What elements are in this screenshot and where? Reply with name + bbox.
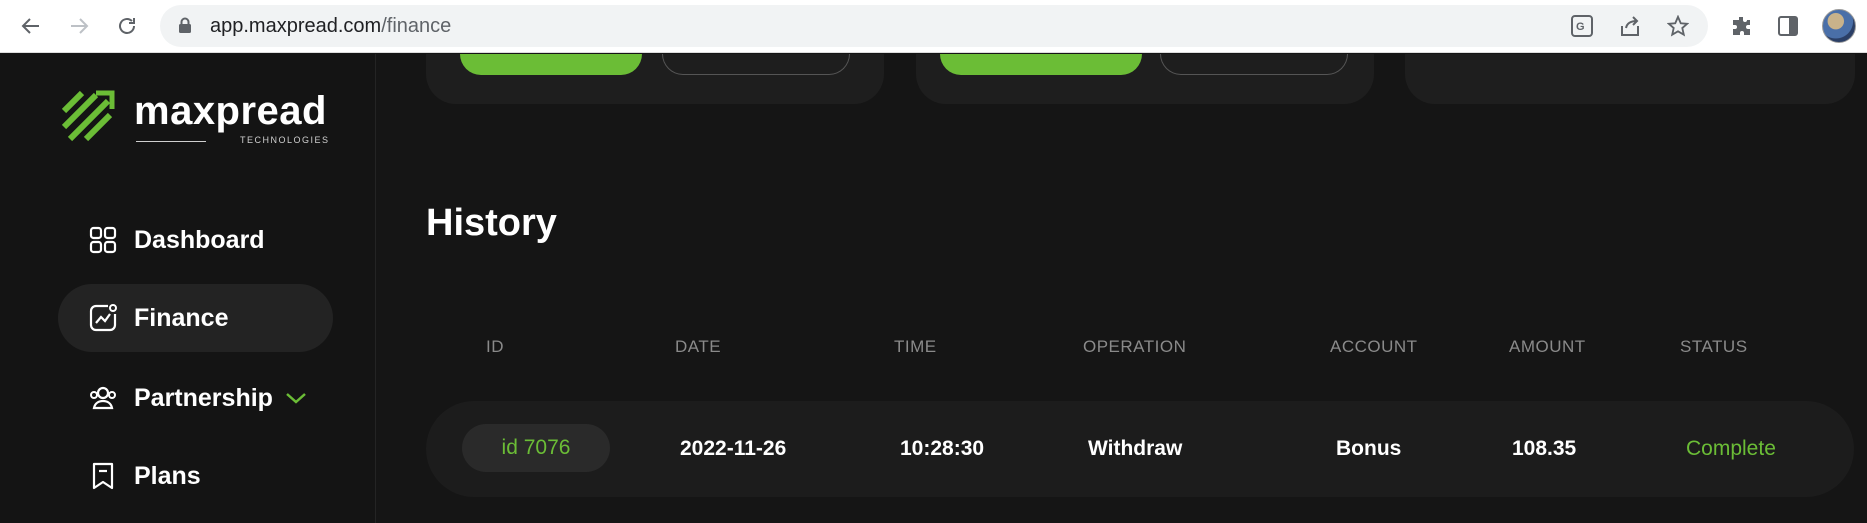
transaction-date: 2022-11-26 — [680, 437, 787, 460]
extensions-icon[interactable] — [1728, 13, 1754, 39]
share-icon[interactable] — [1618, 14, 1642, 38]
forward-button[interactable] — [64, 11, 94, 41]
column-header-id[interactable]: ID — [486, 337, 504, 357]
profile-avatar[interactable] — [1822, 9, 1856, 43]
reload-button[interactable] — [112, 11, 142, 41]
users-icon — [88, 383, 118, 413]
browser-toolbar: app.maxpread.com/finance G — [0, 0, 1867, 53]
transaction-id: id 7076 — [501, 436, 571, 459]
chevron-down-icon[interactable] — [285, 391, 307, 405]
card-secondary-button[interactable] — [1160, 54, 1348, 75]
translate-icon[interactable]: G — [1570, 14, 1594, 38]
transaction-amount: 108.35 — [1512, 437, 1577, 460]
url-host: app.maxpread.com — [210, 15, 382, 37]
column-header-account[interactable]: ACCOUNT — [1330, 337, 1418, 357]
sidebar-item-partnership[interactable]: Partnership — [58, 364, 333, 432]
chart-icon — [88, 303, 118, 333]
sidebar-item-dashboard[interactable]: Dashboard — [58, 206, 333, 274]
sidebar-item-label: Partnership — [134, 383, 273, 412]
column-header-amount[interactable]: AMOUNT — [1509, 337, 1586, 357]
address-bar[interactable]: app.maxpread.com/finance G — [160, 5, 1708, 47]
sidebar: maxpread TECHNOLOGIES Dashboard Finance … — [0, 54, 376, 523]
card-primary-button[interactable] — [460, 54, 642, 75]
brand-name: maxpread — [134, 89, 327, 133]
grid-icon — [88, 225, 118, 255]
column-header-date[interactable]: DATE — [675, 337, 721, 357]
svg-text:G: G — [1576, 21, 1585, 33]
transaction-operation: Withdraw — [1088, 437, 1183, 460]
card-secondary-button[interactable] — [662, 54, 850, 75]
transaction-account: Bonus — [1336, 437, 1402, 460]
logo-underline — [136, 141, 206, 142]
brand-logo[interactable]: maxpread TECHNOLOGIES — [62, 89, 342, 149]
side-panel-icon[interactable] — [1775, 13, 1801, 39]
url-path: /finance — [381, 15, 452, 37]
logo-mark-icon — [62, 90, 115, 142]
transaction-time: 10:28:30 — [900, 437, 985, 460]
column-header-operation[interactable]: OPERATION — [1083, 337, 1186, 357]
lock-icon — [178, 17, 192, 39]
balance-card — [1405, 54, 1855, 104]
column-header-time[interactable]: TIME — [894, 337, 937, 357]
card-primary-button[interactable] — [940, 54, 1142, 75]
back-arrow-icon — [21, 18, 39, 34]
bookmark-icon — [88, 461, 118, 491]
transaction-status: Complete — [1686, 437, 1776, 460]
bookmark-star-icon[interactable] — [1666, 14, 1690, 38]
reload-icon — [119, 18, 135, 34]
sidebar-item-label: Finance — [134, 303, 229, 332]
sidebar-item-plans[interactable]: Plans — [58, 442, 333, 510]
url-text: app.maxpread.com/finance — [210, 15, 451, 38]
section-title: History — [426, 202, 557, 244]
brand-tagline: TECHNOLOGIES — [240, 135, 330, 145]
back-button[interactable] — [16, 11, 46, 41]
sidebar-item-label: Dashboard — [134, 225, 265, 254]
sidebar-item-label: Plans — [134, 461, 201, 490]
column-header-status[interactable]: STATUS — [1680, 337, 1748, 357]
sidebar-item-finance[interactable]: Finance — [58, 284, 333, 352]
forward-arrow-icon — [71, 18, 89, 34]
transaction-id-badge[interactable]: id 7076 — [462, 424, 610, 472]
